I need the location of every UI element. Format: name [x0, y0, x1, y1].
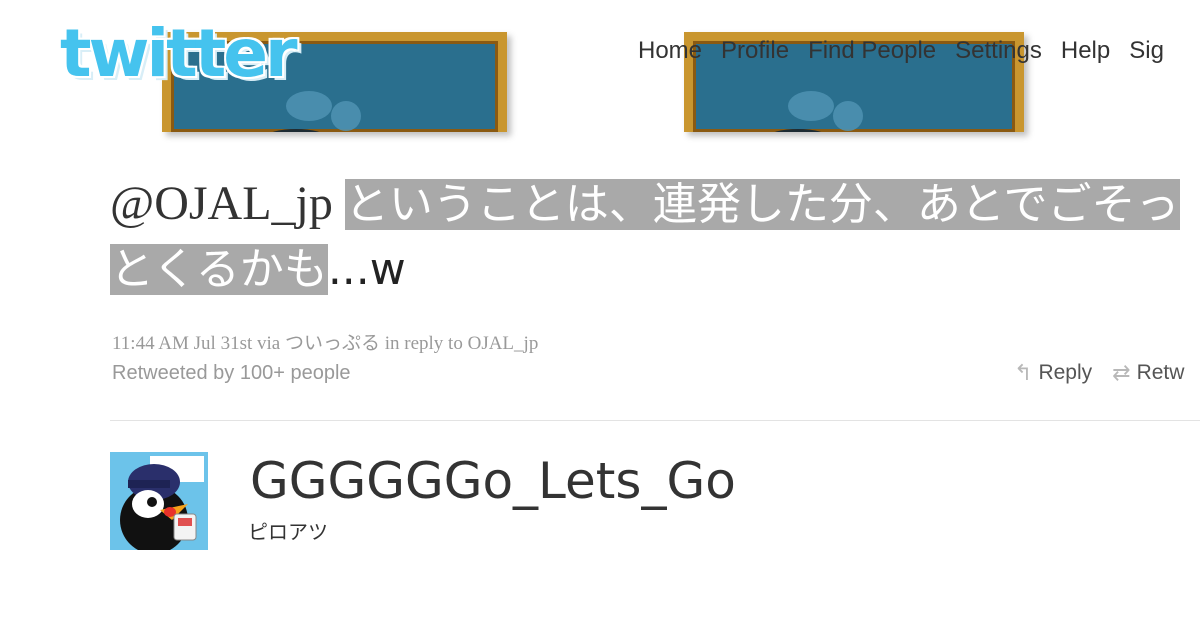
timestamp-link[interactable]: 11:44 AM Jul 31st [112, 333, 252, 354]
reply-label: Reply [1038, 361, 1093, 384]
client-link[interactable]: ついっぷる [285, 333, 380, 354]
via-label: via [257, 333, 281, 354]
top-nav: Home Profile Find People Settings Help S… [638, 37, 1164, 67]
reply-arrow-icon: ↰ [1014, 360, 1033, 385]
reply-to-link[interactable]: OJAL_jp [468, 333, 539, 354]
mention-link[interactable]: @OJAL_jp [110, 177, 333, 230]
tweet-meta: 11:44 AM Jul 31st via ついっぷる in reply to … [112, 328, 538, 355]
nav-home[interactable]: Home [638, 37, 702, 67]
nav-settings[interactable]: Settings [955, 37, 1042, 67]
retweet-label: Retw [1136, 361, 1185, 384]
reply-button[interactable]: ↰ Reply [1014, 360, 1092, 386]
nav-sign-out[interactable]: Sig [1129, 37, 1164, 67]
user-full-name: ピロアツ [248, 520, 328, 544]
tweet-text-tail: ...w [327, 244, 406, 295]
retweet-icon: ⇄ [1112, 360, 1131, 385]
user-screen-name[interactable]: GGGGGGo_Lets_Go [250, 450, 736, 512]
retweeted-by[interactable]: Retweeted by 100+ people [112, 362, 351, 385]
nav-find-people[interactable]: Find People [808, 37, 936, 67]
tweet-actions: ↰ Reply ⇄ Retw [1014, 360, 1184, 386]
tweet-text: @OJAL_jp ということは、連発した分、あとでごそっとくるかも...w [110, 172, 1200, 302]
nav-help[interactable]: Help [1061, 37, 1110, 67]
retweet-button[interactable]: ⇄ Retw [1112, 360, 1184, 386]
divider [110, 420, 1200, 421]
in-reply-label: in reply to [384, 333, 463, 354]
nav-profile[interactable]: Profile [721, 37, 789, 67]
twitter-logo[interactable]: twitter [60, 14, 298, 94]
header: twitter Home Profile Find People Setting… [0, 0, 1200, 132]
penguin-avatar-icon[interactable] [110, 452, 208, 550]
